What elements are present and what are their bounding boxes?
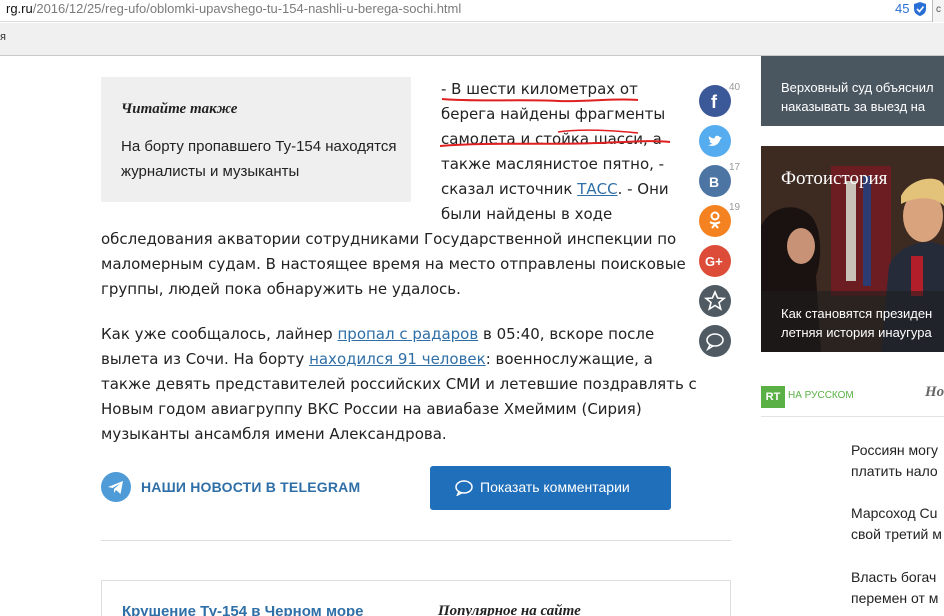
related-box: Крушение Ту-154 в Черном море Популярное… [101,580,731,616]
sidebar-news-item[interactable]: Власть богач перемен от м [851,567,944,609]
news-line: Марсоход Cu [851,505,938,521]
star-icon [703,289,727,311]
address-bar[interactable]: rg.ru/2016/12/25/reg-ufo/oblomki-upavshe… [0,0,944,22]
sidebar-section-heading: Но [925,384,944,400]
google-plus-icon: G+ [705,254,723,269]
article-paragraph-2: Как уже сообщалось, лайнер пропал с рада… [101,322,701,447]
sidebar-news-item[interactable]: Россиян могу платить нало [851,440,944,482]
telegram-link[interactable]: НАШИ НОВОСТИ В TELEGRAM [141,479,360,495]
url-host: rg.ru [6,1,33,16]
facebook-count: 40 [729,82,741,93]
caption-line: Как становятся президен [781,306,933,321]
photo-story-title: Фотоистория [781,168,888,189]
comment-share-button[interactable] [699,325,731,357]
bookmarks-bar: я [0,23,944,56]
divider [761,416,944,417]
vk-count: 17 [729,162,741,173]
tass-link[interactable]: ТАСС [577,180,617,198]
svg-text:f: f [711,92,718,112]
bookmark-item[interactable]: я [0,31,6,43]
vk-icon: В [709,174,719,190]
news-line: перемен от м [851,590,939,606]
photo-caption: Как становятся президен летняя история ин… [761,291,944,352]
comment-icon [706,333,724,352]
sidebar-news-card[interactable]: Верховный суд объяснил наказывать за выез… [761,56,944,126]
url-text[interactable]: rg.ru/2016/12/25/reg-ufo/oblomki-upavshe… [6,1,461,16]
twitter-share-button[interactable] [699,125,731,157]
window-edge: с [932,0,944,22]
comment-icon [455,480,473,496]
url-path: /2016/12/25/reg-ufo/oblomki-upavshego-tu… [32,1,462,16]
article-paragraph-1-cont: обследования акватории сотрудниками Госу… [101,230,686,298]
read-also-box: Читайте также На борту пропавшего Ту-154… [101,77,411,202]
sidebar-news-item[interactable]: Марсоход Cu свой третий м [851,503,944,545]
odnoklassniki-icon [709,211,721,229]
blocked-count: 45 [895,1,910,16]
facebook-icon: f [711,92,718,112]
divider [101,540,731,541]
lost-radar-link[interactable]: пропал с радаров [337,325,478,343]
news-line: Власть богач [851,569,937,585]
favorite-button[interactable] [699,285,731,317]
shield-icon[interactable] [913,1,927,17]
show-comments-button[interactable]: Показать комментарии [430,466,671,510]
read-also-title: Читайте также [121,101,238,117]
passengers-link[interactable]: находился 91 человек [309,350,486,368]
news-line: Россиян могу [851,442,939,458]
facebook-share-button[interactable]: f [699,85,731,117]
related-topic-link[interactable]: Крушение Ту-154 в Черном море [122,603,364,616]
popular-heading: Популярное на сайте [438,603,581,616]
odnoklassniki-share-button[interactable] [699,205,731,237]
twitter-icon [708,135,722,146]
svg-text:В: В [709,174,719,190]
news-line: платить нало [851,463,938,479]
telegram-icon[interactable] [101,472,131,502]
paragraph-text: Как уже сообщалось, лайнер [101,325,338,343]
svg-text:G+: G+ [705,254,723,269]
google-plus-share-button[interactable]: G+ [699,245,731,277]
rt-logo[interactable]: RT [761,386,785,408]
photo-story-card[interactable]: Фотоистория Как становятся президен летня… [761,146,944,352]
read-also-link[interactable]: На борту пропавшего Ту-154 находятся жур… [121,134,401,184]
article-paragraph-1: - В шести километрах от берега найдены ф… [441,77,681,227]
card-line: Верховный суд объяснил [781,80,934,95]
caption-line: летняя история инаугура [781,325,932,340]
rt-label[interactable]: НА РУССКОМ [788,390,854,401]
card-line: наказывать за выезд на [781,99,926,114]
news-line: свой третий м [851,526,942,542]
vk-share-button[interactable]: В [699,165,731,197]
show-comments-label: Показать комментарии [480,479,630,495]
ok-count: 19 [729,202,741,213]
